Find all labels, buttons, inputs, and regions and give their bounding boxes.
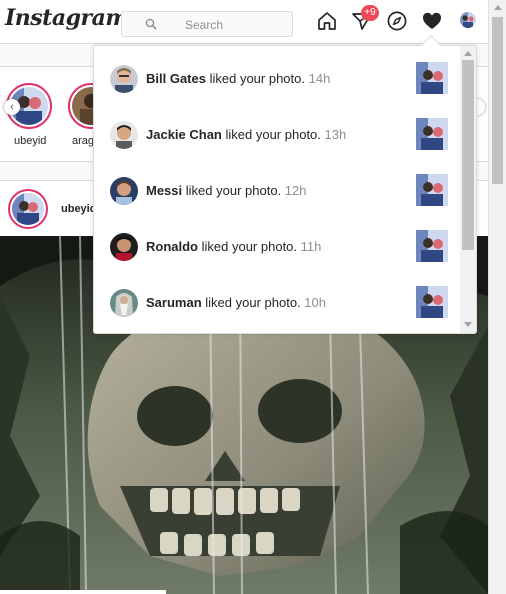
jackie-chan-avatar (110, 121, 138, 149)
story-username[interactable]: ubeyid (14, 135, 46, 147)
home-icon[interactable] (316, 10, 338, 32)
notification-user-avatar[interactable] (110, 177, 138, 205)
liked-photo-thumbnail[interactable] (416, 174, 448, 206)
notification-item[interactable]: Jackie Chan liked your photo. 13h (94, 106, 460, 162)
heart-icon[interactable] (421, 10, 443, 32)
notification-username[interactable]: Jackie Chan (146, 127, 222, 142)
search-placeholder: Search (185, 18, 224, 32)
stories-prev-button[interactable]: ‹ (4, 99, 20, 115)
bill-gates-avatar (110, 65, 138, 93)
photo-thumbnail (416, 62, 448, 94)
notification-user-avatar[interactable] (110, 233, 138, 261)
notification-item[interactable]: Ronaldo liked your photo. 11h (94, 218, 460, 274)
top-navigation-bar: Instagram Search +9 (0, 0, 488, 44)
liked-photo-thumbnail[interactable] (416, 286, 448, 318)
search-input[interactable]: Search (121, 11, 293, 37)
profile-avatar[interactable] (460, 12, 476, 28)
liked-photo-thumbnail[interactable] (416, 230, 448, 262)
author-photo (12, 193, 44, 225)
story-username[interactable]: arag (72, 135, 94, 147)
notification-user-avatar[interactable] (110, 65, 138, 93)
notification-action: liked your photo. (205, 295, 301, 310)
notification-time: 10h (304, 295, 326, 310)
notification-username[interactable]: Bill Gates (146, 71, 206, 86)
avatar-photo (460, 12, 476, 28)
photo-thumbnail (416, 230, 448, 262)
liked-photo-thumbnail[interactable] (416, 118, 448, 150)
notifications-scrollbar[interactable] (460, 46, 476, 333)
notification-user-avatar[interactable] (110, 289, 138, 317)
notifications-scrollbar-thumb[interactable] (462, 60, 474, 250)
messi-avatar (110, 177, 138, 205)
notification-time: 13h (324, 127, 347, 142)
notification-time: 14h (308, 71, 331, 86)
instagram-logo[interactable]: Instagram (5, 5, 129, 31)
ronaldo-avatar (110, 233, 138, 261)
notification-item[interactable]: Messi liked your photo. 12h (94, 162, 460, 218)
bottom-strip (0, 590, 166, 594)
notification-username[interactable]: Saruman (146, 295, 202, 310)
notification-item[interactable]: Bill Gates liked your photo. 14h (94, 50, 460, 106)
notification-item[interactable]: Saruman liked your photo. 10h (94, 274, 460, 330)
notification-time: 11h (300, 239, 322, 254)
photo-thumbnail (416, 174, 448, 206)
saruman-avatar (110, 289, 138, 317)
post-author-username[interactable]: ubeyid (61, 203, 96, 215)
instagram-page: Instagram Search +9 ubeyid arag ‹ ubeyid… (0, 0, 506, 594)
scrollbar-thumb[interactable] (492, 17, 503, 184)
photo-thumbnail (416, 286, 448, 318)
notification-action: liked your photo. (185, 183, 282, 198)
notification-action: liked your photo. (201, 239, 298, 254)
notification-username[interactable]: Ronaldo (146, 239, 198, 254)
notification-time: 12h (284, 183, 307, 198)
notification-action: liked your photo. (225, 127, 321, 142)
notification-user-avatar[interactable] (110, 121, 138, 149)
scroll-down-arrow-icon[interactable] (464, 322, 472, 327)
photo-thumbnail (416, 118, 448, 150)
post-author-avatar[interactable] (8, 189, 48, 229)
explore-compass-icon[interactable] (386, 10, 408, 32)
liked-photo-thumbnail[interactable] (416, 62, 448, 94)
scroll-up-arrow-icon[interactable] (494, 5, 502, 10)
notification-username[interactable]: Messi (146, 183, 182, 198)
scroll-up-arrow-icon[interactable] (464, 51, 472, 56)
activity-notifications-dropdown: Bill Gates liked your photo. 14h Jackie … (93, 45, 477, 334)
search-icon (145, 18, 157, 30)
page-scrollbar[interactable] (488, 0, 506, 594)
notification-action: liked your photo. (209, 71, 305, 86)
notification-count-badge: +9 (361, 5, 379, 21)
